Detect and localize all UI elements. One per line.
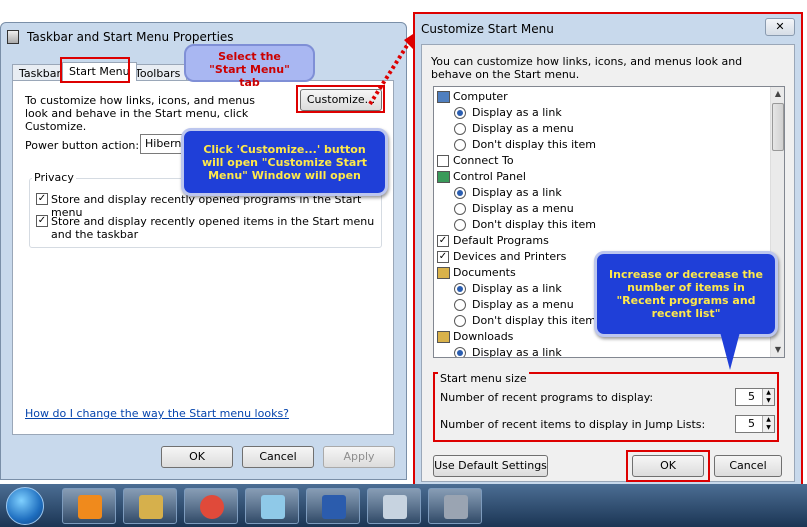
list-item[interactable]: Don't display this item — [434, 137, 770, 153]
list-item-label: Display as a menu — [472, 202, 574, 215]
list-item-label: Documents — [453, 266, 516, 279]
notepad-icon — [261, 495, 285, 519]
computer-icon — [437, 91, 450, 103]
list-item[interactable]: Don't display this item — [434, 217, 770, 233]
list-item-label: Downloads — [453, 330, 514, 343]
list-item-label: Computer — [453, 90, 508, 103]
explorer-icon — [139, 495, 163, 519]
server-icon — [444, 495, 468, 519]
cancel-button-right[interactable]: Cancel — [714, 455, 782, 477]
media-player-icon — [78, 495, 102, 519]
window-title: Taskbar and Start Menu Properties — [27, 30, 234, 44]
start-orb-icon[interactable] — [6, 487, 44, 525]
recent-programs-stepper[interactable]: 5 ▲ ▼ — [735, 388, 775, 406]
list-item[interactable]: Display as a menu — [434, 201, 770, 217]
customize-description: You can customize how links, icons, and … — [431, 55, 743, 81]
list-item-label: Don't display this item — [472, 314, 596, 327]
tab-highlight-annotation — [60, 57, 130, 83]
cancel-button-left[interactable]: Cancel — [242, 446, 314, 468]
callout-pointer — [720, 332, 740, 370]
recent-items-stepper[interactable]: 5 ▲ ▼ — [735, 415, 775, 433]
list-checkbox[interactable]: ✓ — [437, 251, 449, 263]
customize-callout: Click 'Customize...' button will open "C… — [181, 128, 388, 196]
increase-callout: Increase or decrease the number of items… — [594, 251, 778, 337]
list-item-label: Don't display this item — [472, 138, 596, 151]
list-radio[interactable] — [454, 123, 466, 135]
list-item[interactable]: Connect To — [434, 153, 770, 169]
scroll-thumb[interactable] — [772, 103, 784, 151]
apply-button[interactable]: Apply — [323, 446, 395, 468]
list-checkbox[interactable] — [437, 155, 449, 167]
recent-items-label: Number of recent items to display in Jum… — [440, 418, 706, 431]
taskbar-button[interactable] — [62, 488, 116, 524]
list-item-label: Devices and Printers — [453, 250, 567, 263]
list-radio[interactable] — [454, 187, 466, 199]
list-item-label: Display as a link — [472, 282, 562, 295]
word-icon — [322, 495, 346, 519]
recent-programs-label: Number of recent programs to display: — [440, 391, 654, 404]
list-item-label: Default Programs — [453, 234, 549, 247]
windows-taskbar — [0, 484, 807, 527]
list-item[interactable]: ✓ Default Programs — [434, 233, 770, 249]
list-radio[interactable] — [454, 299, 466, 311]
list-item-label: Display as a link — [472, 106, 562, 119]
list-item[interactable]: Display as a link — [434, 185, 770, 201]
list-item-label: Display as a menu — [472, 122, 574, 135]
downloads-icon — [437, 331, 450, 343]
list-item-label: Control Panel — [453, 170, 526, 183]
taskbar-button[interactable] — [367, 488, 421, 524]
list-item-label: Display as a link — [472, 346, 562, 358]
select-tab-callout: Select the "Start Menu" tab — [184, 44, 315, 89]
ok-button-left[interactable]: OK — [161, 446, 233, 468]
privacy-checkbox-items[interactable]: ✓ — [36, 215, 48, 227]
stepper-arrows-icon[interactable]: ▲ ▼ — [762, 416, 774, 432]
taskbar-button[interactable] — [245, 488, 299, 524]
taskbar-button[interactable] — [184, 488, 238, 524]
list-item[interactable]: Display as a menu — [434, 121, 770, 137]
power-button-label: Power button action: — [25, 139, 140, 152]
list-radio[interactable] — [454, 315, 466, 327]
chrome-icon — [200, 495, 224, 519]
privacy-label-items: Store and display recently opened items … — [51, 215, 375, 241]
customize-window-title: Customize Start Menu — [421, 22, 554, 36]
close-button[interactable]: ✕ — [765, 18, 795, 36]
list-item-label: Display as a link — [472, 186, 562, 199]
scroll-down-icon[interactable]: ▼ — [771, 343, 785, 357]
cut-tool-icon — [383, 495, 407, 519]
privacy-title: Privacy — [32, 171, 76, 184]
list-item[interactable]: Computer — [434, 89, 770, 105]
list-radio[interactable] — [454, 139, 466, 151]
privacy-checkbox-programs[interactable]: ✓ — [36, 193, 48, 205]
ok-highlight-annotation — [626, 450, 710, 482]
recent-programs-value: 5 — [748, 390, 755, 403]
list-checkbox[interactable]: ✓ — [437, 235, 449, 247]
list-item-label: Display as a menu — [472, 298, 574, 311]
window-app-icon — [7, 30, 19, 44]
list-item-label: Don't display this item — [472, 218, 596, 231]
list-radio[interactable] — [454, 219, 466, 231]
use-default-settings-button[interactable]: Use Default Settings — [433, 455, 548, 477]
list-item[interactable]: Control Panel — [434, 169, 770, 185]
taskbar-button[interactable] — [306, 488, 360, 524]
list-radio[interactable] — [454, 347, 466, 357]
taskbar-button[interactable] — [428, 488, 482, 524]
taskbar-button[interactable] — [123, 488, 177, 524]
start-menu-size-title: Start menu size — [438, 372, 529, 385]
list-item-label: Connect To — [453, 154, 514, 167]
scroll-up-icon[interactable]: ▲ — [771, 87, 785, 101]
control-panel-icon — [437, 171, 450, 183]
documents-icon — [437, 267, 450, 279]
list-radio[interactable] — [454, 283, 466, 295]
recent-items-value: 5 — [748, 417, 755, 430]
stepper-arrows-icon[interactable]: ▲ ▼ — [762, 389, 774, 405]
list-item[interactable]: Display as a link — [434, 105, 770, 121]
tab-toolbars[interactable]: Toolbars — [128, 64, 188, 81]
list-radio[interactable] — [454, 107, 466, 119]
list-radio[interactable] — [454, 203, 466, 215]
help-link[interactable]: How do I change the way the Start menu l… — [25, 407, 289, 420]
